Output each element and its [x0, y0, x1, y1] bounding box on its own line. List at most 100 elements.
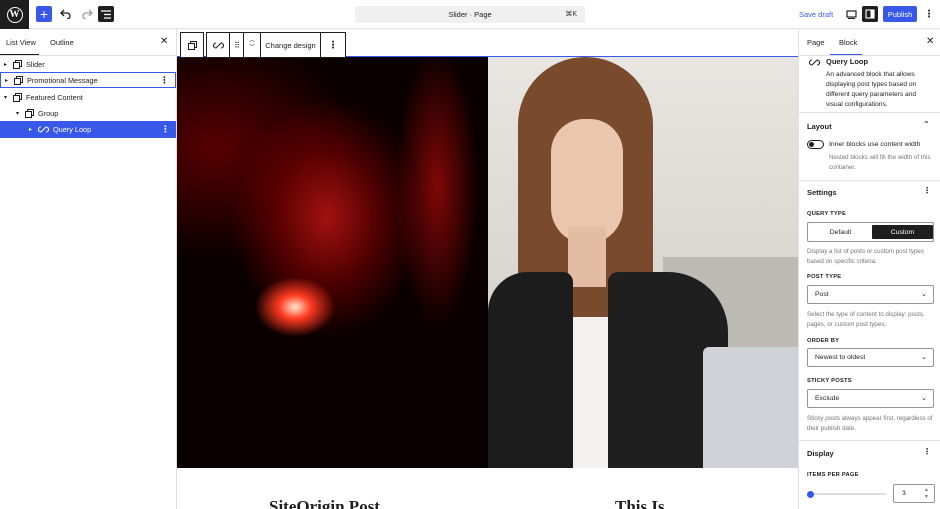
- options-menu-button[interactable]: ⋮: [923, 6, 935, 22]
- chevron-up-icon[interactable]: ⌃: [923, 120, 930, 129]
- chevron-down-icon: ⌄: [921, 354, 927, 361]
- list-item-featured-content[interactable]: ▾ Featured Content: [0, 89, 176, 105]
- query-type-default[interactable]: Default: [810, 225, 871, 239]
- block-icon: [13, 92, 22, 102]
- block-type-button[interactable]: [207, 33, 230, 57]
- editor-topbar: W + Slider · Page ⌘K Save draft Publish …: [0, 0, 940, 29]
- list-item-label: Group: [38, 108, 59, 118]
- loop-icon: [809, 59, 820, 66]
- list-item-group[interactable]: ▾ Group: [0, 105, 176, 121]
- vertical-ellipsis-icon[interactable]: ⋮: [160, 75, 169, 86]
- block-name: Query Loop: [826, 57, 869, 66]
- tab-block[interactable]: Block: [839, 38, 857, 47]
- vertical-ellipsis-icon: ⋮: [328, 39, 338, 51]
- tab-list-view[interactable]: List View: [6, 38, 36, 47]
- block-toolbar-main: ⠿ ︿ ﹀ Change design ⋮: [206, 32, 346, 58]
- spinner-arrows-icon[interactable]: ▲ ▼: [924, 487, 929, 501]
- query-type-help: Display a list of posts or custom post t…: [807, 248, 924, 265]
- list-item-query-loop[interactable]: ▸ Query Loop ⋮: [0, 121, 176, 138]
- settings-toggle-button[interactable]: [862, 6, 878, 22]
- list-item-label: Query Loop: [53, 125, 92, 134]
- vertical-ellipsis-icon: ⋮: [924, 8, 934, 20]
- chevron-right-icon[interactable]: ▸: [2, 61, 9, 68]
- drag-handle-icon: ⠿: [234, 40, 240, 50]
- display-section-title[interactable]: Display: [807, 449, 834, 458]
- sticky-posts-help: Sticky posts always appear first, regard…: [807, 415, 933, 432]
- block-options-button[interactable]: ⋮: [321, 33, 345, 57]
- add-block-button[interactable]: +: [36, 6, 52, 22]
- block-icon: [13, 59, 22, 69]
- items-per-page-input[interactable]: 3 ▲ ▼: [893, 484, 935, 503]
- chevron-down-icon: ⌄: [921, 395, 927, 402]
- divider: [799, 112, 940, 113]
- post-type-select[interactable]: Post ⌄: [807, 285, 934, 304]
- post-featured-image-woman-laptop[interactable]: [488, 57, 798, 468]
- select-parent-icon: [187, 40, 197, 50]
- post-title[interactable]: SiteOrigin Post: [269, 497, 380, 509]
- settings-section-title[interactable]: Settings: [807, 188, 837, 197]
- list-item-label: Featured Content: [26, 92, 83, 102]
- toggle-label: Inner blocks use content width: [829, 141, 921, 148]
- publish-button[interactable]: Publish: [883, 6, 917, 22]
- list-view-panel: List View Outline ✕ ▸ Slider ▸ Promotion…: [0, 29, 177, 509]
- loop-icon: [38, 126, 49, 133]
- block-icon: [14, 75, 23, 85]
- list-item-promotional-message[interactable]: ▸ Promotional Message ⋮: [0, 72, 176, 88]
- move-up-down-button[interactable]: ︿ ﹀: [244, 33, 261, 57]
- document-overview-button[interactable]: [98, 6, 114, 22]
- tab-page[interactable]: Page: [807, 38, 825, 47]
- items-per-page-slider[interactable]: [807, 490, 886, 498]
- order-by-select[interactable]: Newest to oldest ⌄: [807, 348, 934, 367]
- document-title: Slider · Page: [448, 10, 492, 19]
- divider: [799, 180, 940, 181]
- divider: [799, 55, 940, 56]
- view-button[interactable]: [843, 6, 859, 22]
- list-item-label: Slider: [26, 59, 45, 69]
- sticky-posts-select[interactable]: Exclude ⌄: [807, 389, 934, 408]
- layout-section-title[interactable]: Layout: [807, 122, 832, 131]
- close-icon[interactable]: ✕: [160, 36, 168, 47]
- move-up-down-icon: ︿ ﹀: [248, 38, 255, 51]
- slider-thumb[interactable]: [807, 490, 815, 498]
- post-title[interactable]: This Is: [615, 497, 665, 509]
- wordpress-logo-icon: W: [6, 6, 23, 23]
- sticky-posts-label: STICKY POSTS: [807, 378, 852, 384]
- tab-outline[interactable]: Outline: [50, 38, 74, 47]
- wordpress-logo-button[interactable]: W: [0, 0, 29, 29]
- post-featured-image-lightbulb[interactable]: [177, 57, 488, 468]
- editor-canvas: ⠿ ︿ ﹀ Change design ⋮ SiteOrigin Post Thi…: [177, 29, 798, 509]
- block-description: An advanced block that allows displaying…: [826, 71, 917, 108]
- list-item-label: Promotional Message: [27, 75, 98, 85]
- order-by-label: ORDER BY: [807, 338, 840, 344]
- divider: [799, 440, 940, 441]
- chevron-right-icon[interactable]: ▸: [3, 77, 10, 84]
- chevron-down-icon: ⌄: [921, 291, 927, 298]
- block-toolbar: ⠿ ︿ ﹀ Change design ⋮: [177, 32, 798, 58]
- query-type-custom[interactable]: Custom: [872, 225, 933, 239]
- desktop-view-icon: [845, 9, 857, 19]
- command-palette-bar[interactable]: Slider · Page ⌘K: [355, 6, 585, 23]
- command-shortcut: ⌘K: [565, 11, 577, 18]
- left-panel-tabs: List View Outline ✕: [0, 29, 176, 56]
- settings-sidebar: Page Block ✕ Query Loop An advanced bloc…: [798, 29, 940, 509]
- save-draft-button[interactable]: Save draft: [799, 10, 833, 19]
- close-icon[interactable]: ✕: [926, 36, 934, 47]
- drag-handle[interactable]: ⠿: [230, 33, 244, 57]
- vertical-ellipsis-icon[interactable]: ⋮: [923, 186, 931, 195]
- list-item-slider[interactable]: ▸ Slider: [0, 56, 176, 72]
- chevron-right-icon[interactable]: ▸: [27, 126, 34, 133]
- undo-icon: [59, 9, 71, 19]
- chevron-down-icon[interactable]: ▾: [14, 110, 21, 117]
- query-type-toggle: Default Custom: [807, 222, 934, 242]
- change-design-button[interactable]: Change design: [261, 33, 321, 57]
- post-type-help: Select the type of content to display: p…: [807, 311, 925, 328]
- vertical-ellipsis-icon[interactable]: ⋮: [161, 124, 170, 135]
- items-per-page-label: ITEMS PER PAGE: [807, 472, 859, 478]
- redo-button[interactable]: [79, 6, 95, 22]
- select-parent-button[interactable]: [180, 32, 204, 58]
- undo-button[interactable]: [57, 6, 73, 22]
- query-type-label: QUERY TYPE: [807, 211, 847, 217]
- content-width-toggle[interactable]: [807, 140, 824, 149]
- chevron-down-icon[interactable]: ▾: [2, 94, 9, 101]
- vertical-ellipsis-icon[interactable]: ⋮: [923, 447, 931, 456]
